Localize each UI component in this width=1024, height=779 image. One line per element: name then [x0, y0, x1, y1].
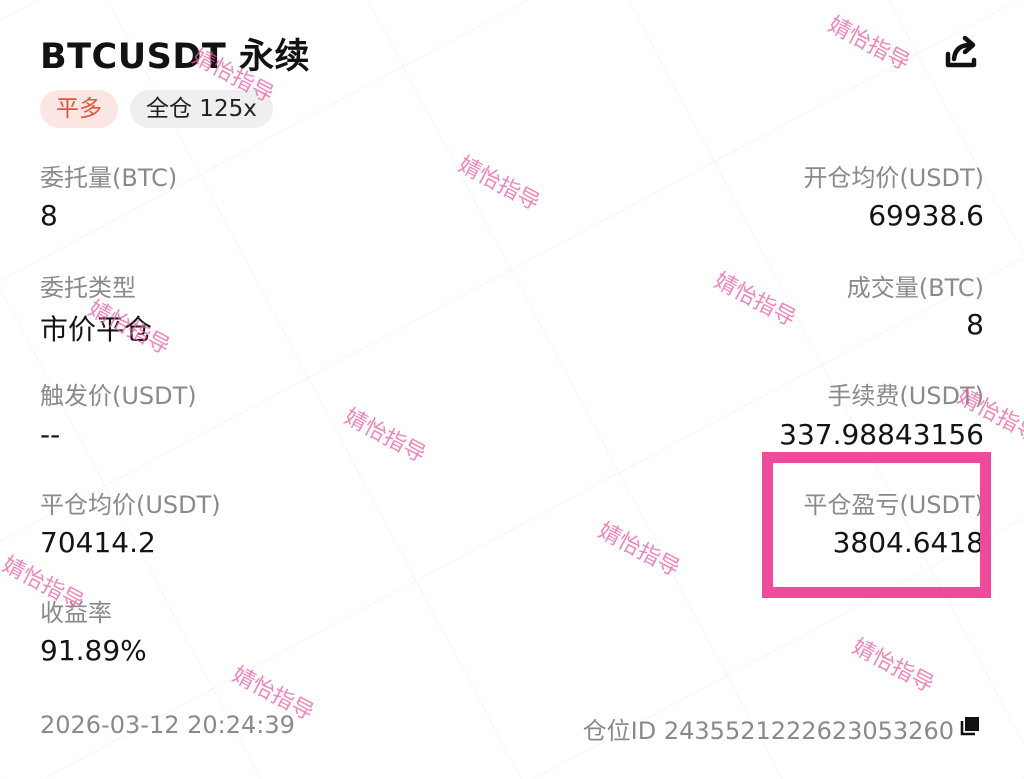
share-icon[interactable] — [940, 32, 982, 74]
order-qty-value: 8 — [40, 199, 58, 232]
order-timestamp: 2026-03-12 20:24:39 — [40, 711, 295, 739]
trigger-price-value: -- — [40, 418, 61, 451]
order-type-label: 委托类型 — [40, 274, 136, 302]
watermark: 婧怡指导 — [710, 268, 800, 332]
copy-icon[interactable] — [958, 714, 982, 738]
watermark: 婧怡指导 — [340, 404, 430, 468]
open-avg-label: 开仓均价(USDT) — [803, 164, 984, 192]
badge-row: 平多 全仓 125x — [40, 90, 273, 128]
watermark: 婧怡指导 — [848, 634, 938, 698]
pnl-highlight-box — [762, 452, 991, 598]
close-avg-label: 平仓均价(USDT) — [40, 491, 221, 519]
trigger-price-label: 触发价(USDT) — [40, 382, 197, 410]
order-qty-label: 委托量(BTC) — [40, 164, 178, 192]
position-id: 仓位ID 2435521222623053260 — [582, 717, 954, 745]
side-badge: 平多 — [40, 90, 118, 128]
page-title: BTCUSDT 永续 — [40, 37, 310, 77]
open-avg-value: 69938.6 — [868, 199, 984, 232]
watermark: 婧怡指导 — [824, 12, 914, 76]
watermark: 婧怡指导 — [454, 152, 544, 216]
close-avg-value: 70414.2 — [40, 526, 156, 559]
filled-qty-value: 8 — [966, 308, 984, 341]
watermark: 婧怡指导 — [594, 518, 684, 582]
roi-value: 91.89% — [40, 634, 147, 667]
fee-value: 337.98843156 — [779, 418, 984, 451]
filled-qty-label: 成交量(BTC) — [846, 274, 984, 302]
